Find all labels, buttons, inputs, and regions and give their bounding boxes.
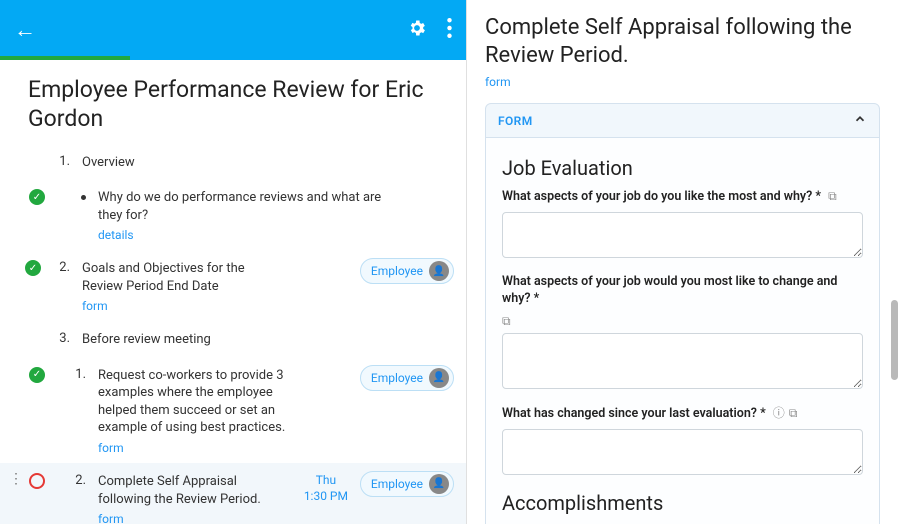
form-section-title: Accomplishments bbox=[502, 491, 863, 515]
task-row[interactable]: ⋮3.Before review meeting bbox=[0, 321, 466, 357]
drag-handle-icon[interactable]: ⋮ bbox=[10, 471, 22, 487]
settings-gear-icon[interactable] bbox=[407, 18, 427, 42]
chevron-up-icon[interactable] bbox=[853, 112, 867, 129]
copy-icon[interactable]: ⧉ bbox=[789, 406, 798, 420]
detail-title: Complete Self Appraisal following the Re… bbox=[485, 14, 880, 69]
task-link[interactable]: form bbox=[98, 441, 288, 455]
chip-label: Employee bbox=[371, 371, 423, 385]
task-text: Before review meeting bbox=[82, 331, 382, 349]
copy-icon[interactable]: ⧉ bbox=[502, 314, 863, 329]
form-field: What has changed since your last evaluat… bbox=[502, 405, 863, 479]
form-field: What aspects of your job do you like the… bbox=[502, 188, 863, 262]
task-text: Why do we do performance reviews and wha… bbox=[98, 189, 382, 224]
chip-label: Employee bbox=[371, 264, 423, 278]
task-text: Goals and Objectives for the Review Peri… bbox=[82, 260, 288, 295]
task-text: Request co-workers to provide 3 examples… bbox=[98, 367, 288, 437]
task-number bbox=[52, 187, 92, 204]
task-link[interactable]: details bbox=[98, 228, 382, 242]
task-due-time bbox=[392, 152, 448, 154]
topbar: ← bbox=[0, 0, 466, 60]
task-content: Before review meeting bbox=[82, 329, 386, 349]
back-arrow-icon[interactable]: ← bbox=[14, 17, 36, 43]
more-menu-icon[interactable] bbox=[447, 18, 452, 42]
task-content: Why do we do performance reviews and wha… bbox=[98, 187, 386, 242]
task-due-time: Thu1:30 PM bbox=[298, 471, 354, 504]
page-title: Employee Performance Review for Eric Gor… bbox=[0, 60, 466, 144]
task-link[interactable]: form bbox=[98, 512, 288, 524]
task-number: 2. bbox=[52, 471, 92, 488]
assignee-chip[interactable]: Employee 👤 bbox=[360, 471, 454, 497]
task-content: Complete Self Appraisal following the Re… bbox=[98, 471, 292, 524]
task-content: Overview bbox=[82, 152, 386, 172]
status-indicator: ✓ bbox=[24, 258, 42, 276]
field-textarea[interactable] bbox=[502, 212, 863, 258]
form-header[interactable]: FORM bbox=[485, 103, 880, 138]
form-section-title: Job Evaluation bbox=[502, 156, 863, 180]
task-link[interactable]: form bbox=[82, 299, 288, 313]
task-number: 2. bbox=[48, 258, 76, 275]
field-textarea[interactable] bbox=[502, 429, 863, 475]
task-row[interactable]: ⋮ 2. Complete Self Appraisal following the… bbox=[0, 463, 466, 524]
task-number: 1. bbox=[52, 365, 92, 382]
status-indicator bbox=[28, 471, 46, 489]
form-body: Job Evaluation What aspects of your job d… bbox=[485, 138, 880, 524]
form-field: What aspects of your job would you most … bbox=[502, 274, 863, 393]
task-text: Overview bbox=[82, 154, 382, 172]
scrollbar[interactable] bbox=[891, 90, 898, 440]
task-number: 3. bbox=[48, 329, 76, 346]
avatar: 👤 bbox=[429, 474, 449, 494]
task-row[interactable]: ⋮✓Why do we do performance reviews and w… bbox=[0, 179, 466, 250]
field-label: What has changed since your last evaluat… bbox=[502, 405, 863, 423]
status-indicator bbox=[24, 152, 42, 154]
task-list: ⋮ 1. Overview ⋮✓Why do we do performance re… bbox=[0, 144, 466, 524]
status-indicator: ✓ bbox=[28, 365, 46, 383]
assignee-chip[interactable]: Employee 👤 bbox=[360, 258, 454, 284]
task-due-time bbox=[298, 365, 354, 367]
field-label: What aspects of your job do you like the… bbox=[502, 188, 863, 206]
form-header-label: FORM bbox=[498, 114, 533, 128]
detail-subtype[interactable]: form bbox=[485, 75, 880, 89]
copy-icon[interactable]: ⧉ bbox=[828, 189, 837, 203]
task-row[interactable]: ⋮✓2.Goals and Objectives for the Review … bbox=[0, 250, 466, 321]
task-due-time bbox=[392, 329, 448, 331]
status-indicator bbox=[24, 329, 42, 331]
task-due-time bbox=[298, 258, 354, 260]
task-row[interactable]: ⋮1.Overview bbox=[0, 144, 466, 180]
assignee-chip[interactable]: Employee 👤 bbox=[360, 365, 454, 391]
task-due-time bbox=[392, 187, 448, 189]
task-content: Goals and Objectives for the Review Peri… bbox=[82, 258, 292, 313]
avatar: 👤 bbox=[429, 368, 449, 388]
field-textarea[interactable] bbox=[502, 333, 863, 389]
avatar: 👤 bbox=[429, 261, 449, 281]
field-label: What aspects of your job would you most … bbox=[502, 274, 863, 308]
status-indicator: ✓ bbox=[28, 187, 46, 205]
task-content: Request co-workers to provide 3 examples… bbox=[98, 365, 292, 455]
progress-bar bbox=[0, 56, 130, 60]
chip-label: Employee bbox=[371, 477, 423, 491]
task-row[interactable]: ⋮✓1.Request co-workers to provide 3 exam… bbox=[0, 357, 466, 463]
task-number: 1. bbox=[48, 152, 76, 169]
task-text: Complete Self Appraisal following the Re… bbox=[98, 473, 288, 508]
info-icon[interactable]: ⓘ bbox=[773, 406, 785, 420]
